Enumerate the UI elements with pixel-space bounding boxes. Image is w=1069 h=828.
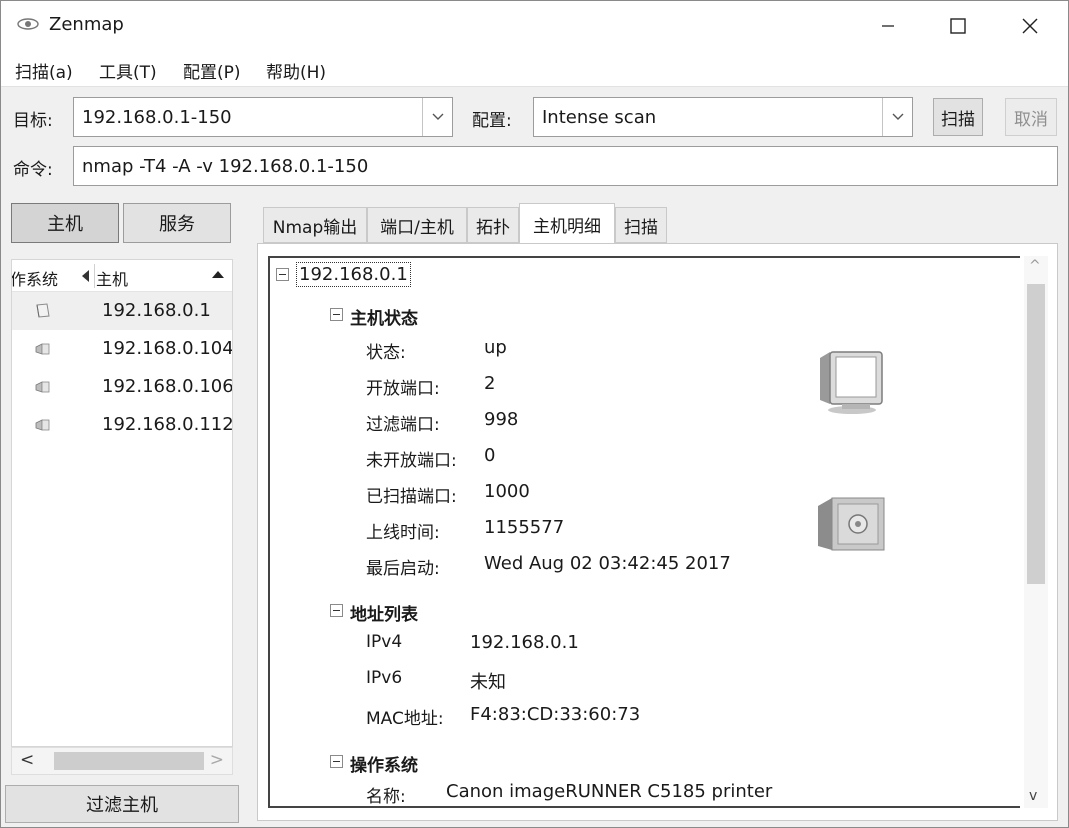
- last-boot-key: 最后启动:: [366, 559, 440, 579]
- scanned-ports-key: 已扫描端口:: [366, 487, 457, 507]
- open-ports-key: 开放端口:: [366, 379, 440, 399]
- sort-ascending-icon: [212, 271, 224, 278]
- menu-help[interactable]: 帮助(H): [266, 58, 326, 83]
- maximize-button[interactable]: [923, 1, 993, 51]
- tab-topology[interactable]: 拓扑: [467, 207, 519, 243]
- services-toggle-button[interactable]: 服务: [123, 203, 231, 243]
- collapse-os-expander[interactable]: [330, 755, 343, 768]
- host-ip: 192.168.0.106: [102, 376, 233, 397]
- host-ip: 192.168.0.112: [102, 414, 233, 435]
- host-list-header: 作系统 主机: [12, 260, 232, 292]
- details-vertical-scrollbar[interactable]: ^ v: [1024, 256, 1048, 808]
- ipv6-value: 未知: [470, 672, 506, 693]
- target-combo[interactable]: 192.168.0.1-150: [73, 97, 453, 137]
- filtered-ports-value: 998: [484, 409, 519, 430]
- tab-ports-hosts[interactable]: 端口/主机: [367, 207, 467, 243]
- open-ports-value: 2: [484, 373, 496, 394]
- host-ip: 192.168.0.104: [102, 338, 233, 359]
- filtered-ports-key: 过滤端口:: [366, 415, 440, 435]
- ipv4-key: IPv4: [366, 632, 403, 652]
- host-details-tree: 192.168.0.1 主机状态 状态: up 开放端口: 2 过滤端口: 99…: [268, 256, 1020, 808]
- closed-ports-value: 0: [484, 445, 496, 466]
- last-boot-value: Wed Aug 02 03:42:45 2017: [484, 553, 731, 574]
- computer-monitor-icon: [820, 351, 883, 414]
- chevron-down-icon: [892, 113, 903, 120]
- host-details-panel: 192.168.0.1 主机状态 状态: up 开放端口: 2 过滤端口: 99…: [257, 243, 1058, 821]
- section-title-addresses: 地址列表: [350, 605, 418, 625]
- uptime-value: 1155577: [484, 517, 565, 538]
- mac-key: MAC地址:: [366, 709, 444, 729]
- status-key: 状态:: [366, 343, 406, 363]
- scanned-ports-value: 1000: [484, 481, 530, 502]
- computer-monitor-icon: [35, 381, 50, 393]
- host-list-horizontal-scrollbar[interactable]: < >: [11, 747, 233, 775]
- command-input[interactable]: nmap -T4 -A -v 192.168.0.1-150: [73, 146, 1058, 186]
- tab-nmap-output[interactable]: Nmap输出: [263, 207, 367, 243]
- collapse-status-expander[interactable]: [330, 308, 343, 321]
- target-label: 目标:: [13, 111, 53, 131]
- profile-value: Intense scan: [542, 107, 657, 128]
- scrollbar-thumb[interactable]: [54, 752, 204, 770]
- minimize-button[interactable]: [853, 1, 923, 51]
- host-row[interactable]: 192.168.0.1: [12, 292, 232, 330]
- host-ip: 192.168.0.1: [102, 300, 211, 321]
- scroll-right-icon[interactable]: >: [210, 750, 224, 770]
- filter-hosts-button[interactable]: 过滤主机: [5, 785, 239, 823]
- close-button[interactable]: [995, 1, 1065, 51]
- menu-tools[interactable]: 工具(T): [99, 58, 157, 83]
- host-row[interactable]: 192.168.0.112: [12, 406, 232, 444]
- printer-icon: [36, 303, 50, 318]
- minimize-icon: [882, 25, 894, 27]
- os-name-value: Canon imageRUNNER C5185 printer: [446, 781, 773, 802]
- menu-scan[interactable]: 扫描(a): [15, 58, 73, 83]
- scroll-up-icon[interactable]: ^: [1029, 258, 1041, 274]
- chevron-down-icon: [432, 113, 443, 120]
- tab-host-details[interactable]: 主机明细: [519, 203, 615, 244]
- close-icon: [1022, 18, 1038, 34]
- collapse-addresses-expander[interactable]: [330, 604, 343, 617]
- column-separator: [94, 264, 95, 288]
- eye-icon: [17, 18, 39, 30]
- column-header-os[interactable]: 作系统: [12, 266, 58, 290]
- host-row[interactable]: 192.168.0.106: [12, 368, 232, 406]
- target-dropdown-button[interactable]: [422, 98, 452, 136]
- ipv4-value: 192.168.0.1: [470, 632, 579, 653]
- scroll-left-icon[interactable]: <: [20, 750, 34, 770]
- ipv6-key: IPv6: [366, 668, 403, 688]
- maximize-icon: [950, 18, 966, 34]
- zenmap-window: Zenmap 扫描(a) 工具(T) 配置(P) 帮助(H) 目标: 192.1…: [0, 0, 1069, 828]
- os-name-key: 名称:: [366, 787, 406, 807]
- scroll-down-icon[interactable]: v: [1029, 788, 1037, 804]
- command-label: 命令:: [13, 160, 53, 180]
- menu-bar: 扫描(a) 工具(T) 配置(P) 帮助(H): [1, 51, 1068, 87]
- computer-monitor-icon: [35, 419, 50, 431]
- section-title-host-status: 主机状态: [350, 309, 418, 329]
- column-header-host[interactable]: 主机: [96, 266, 128, 290]
- status-value: up: [484, 337, 507, 358]
- cancel-button[interactable]: 取消: [1005, 98, 1057, 136]
- menu-profile[interactable]: 配置(P): [183, 58, 241, 83]
- hosts-toggle-button[interactable]: 主机: [11, 203, 119, 243]
- collapse-host-expander[interactable]: [276, 268, 289, 281]
- computer-monitor-icon: [35, 343, 50, 355]
- scrollbar-thumb[interactable]: [1027, 284, 1045, 584]
- command-value: nmap -T4 -A -v 192.168.0.1-150: [82, 156, 369, 177]
- host-title[interactable]: 192.168.0.1: [296, 262, 411, 287]
- target-value: 192.168.0.1-150: [82, 107, 232, 128]
- scan-button[interactable]: 扫描: [933, 98, 983, 136]
- window-title: Zenmap: [49, 14, 124, 35]
- collapse-left-icon: [82, 270, 89, 282]
- host-list: 作系统 主机 192.168.0.1 192.168.0.104 192.168…: [11, 259, 233, 747]
- tab-scans[interactable]: 扫描: [615, 207, 667, 243]
- uptime-key: 上线时间:: [366, 523, 440, 543]
- safe-icon: [818, 497, 885, 551]
- section-title-os: 操作系统: [350, 756, 418, 776]
- host-row[interactable]: 192.168.0.104: [12, 330, 232, 368]
- mac-value: F4:83:CD:33:60:73: [470, 704, 641, 725]
- profile-combo[interactable]: Intense scan: [533, 97, 913, 137]
- profile-dropdown-button[interactable]: [882, 98, 912, 136]
- closed-ports-key: 未开放端口:: [366, 451, 457, 471]
- title-bar: Zenmap: [1, 1, 1068, 51]
- profile-label: 配置:: [472, 111, 512, 131]
